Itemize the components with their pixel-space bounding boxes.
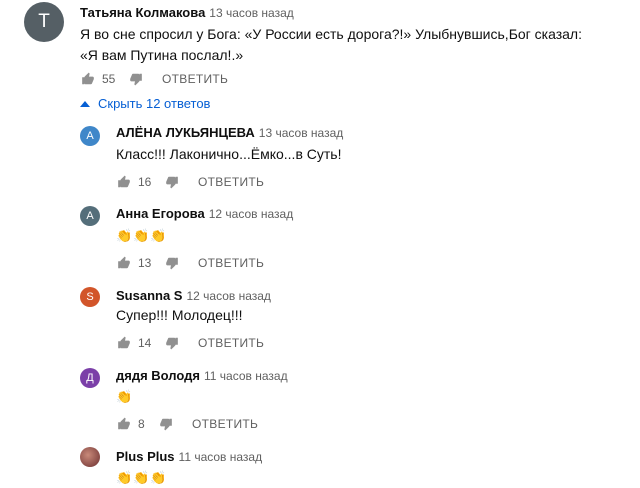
like-icon[interactable]: [116, 255, 132, 271]
dislike-icon[interactable]: [158, 416, 174, 432]
comment-text-line: Я во сне спросил у Бога: «У России есть …: [80, 26, 582, 42]
avatar[interactable]: [80, 447, 100, 467]
like-count: 16: [138, 175, 152, 189]
reply-author[interactable]: Susanna S 12 часов назад: [116, 288, 271, 303]
like-icon[interactable]: [80, 71, 96, 87]
comment-text-line: «Я вам Путина послал!.»: [80, 47, 244, 63]
reply-author[interactable]: дядя Володя 11 часов назад: [116, 368, 288, 383]
like-count: 14: [138, 336, 152, 350]
reply-button[interactable]: ОТВЕТИТЬ: [198, 256, 264, 270]
like-icon[interactable]: [116, 174, 132, 190]
reply-button[interactable]: ОТВЕТИТЬ: [162, 72, 228, 86]
author-name[interactable]: Susanna S: [116, 288, 182, 303]
dislike-icon[interactable]: [164, 174, 180, 190]
author-name[interactable]: Анна Егорова: [116, 206, 205, 221]
reply-text: 👏: [116, 389, 134, 404]
reply-time[interactable]: 12 часов назад: [186, 289, 270, 303]
avatar[interactable]: А: [80, 206, 100, 226]
avatar[interactable]: А: [80, 126, 100, 146]
comment-time[interactable]: 13 часов назад: [209, 6, 293, 20]
reply-author[interactable]: Plus Plus 11 часов назад: [116, 449, 262, 464]
reply-text: Супер!!! Молодец!!!: [116, 307, 243, 323]
reply-actions: 8 ОТВЕТИТЬ: [116, 413, 258, 435]
avatar[interactable]: T: [24, 2, 64, 42]
like-icon[interactable]: [116, 416, 132, 432]
reply-button[interactable]: ОТВЕТИТЬ: [198, 175, 264, 189]
comment-text: Я во сне спросил у Бога: «У России есть …: [80, 24, 582, 66]
reply-actions: 16 ОТВЕТИТЬ: [116, 171, 264, 193]
reply-text: 👏👏👏: [116, 470, 168, 485]
dislike-icon[interactable]: [164, 335, 180, 351]
hide-replies-button[interactable]: Скрыть 12 ответов: [80, 96, 210, 111]
author-name[interactable]: дядя Володя: [116, 368, 200, 383]
comment-actions: 55 ОТВЕТИТЬ: [80, 68, 228, 90]
author-name[interactable]: Татьяна Колмакова: [80, 5, 205, 20]
author-name[interactable]: АЛЁНА ЛУКЬЯНЦЕВА: [116, 125, 255, 140]
reply-actions: 14 ОТВЕТИТЬ: [116, 332, 264, 354]
reply-time[interactable]: 11 часов назад: [179, 450, 263, 464]
like-count: 8: [138, 417, 145, 431]
dislike-icon[interactable]: [164, 255, 180, 271]
avatar[interactable]: Д: [80, 368, 100, 388]
comment-author[interactable]: Татьяна Колмакова 13 часов назад: [80, 5, 294, 20]
reply-text: Класс!!! Лаконично...Ёмко...в Суть!: [116, 146, 342, 162]
replies-toggle-label[interactable]: Скрыть 12 ответов: [98, 96, 210, 111]
dislike-icon[interactable]: [128, 71, 144, 87]
like-icon[interactable]: [116, 335, 132, 351]
reply-text: 👏👏👏: [116, 228, 168, 243]
like-count: 13: [138, 256, 152, 270]
reply-button[interactable]: ОТВЕТИТЬ: [192, 417, 258, 431]
like-count: 55: [102, 72, 116, 86]
reply-actions: 13 ОТВЕТИТЬ: [116, 252, 264, 274]
avatar[interactable]: S: [80, 287, 100, 307]
reply-button[interactable]: ОТВЕТИТЬ: [198, 336, 264, 350]
author-name[interactable]: Plus Plus: [116, 449, 175, 464]
reply-author[interactable]: Анна Егорова 12 часов назад: [116, 206, 293, 221]
reply-time[interactable]: 12 часов назад: [209, 207, 293, 221]
reply-time[interactable]: 11 часов назад: [204, 369, 288, 383]
reply-time[interactable]: 13 часов назад: [259, 126, 343, 140]
reply-author[interactable]: АЛЁНА ЛУКЬЯНЦЕВА 13 часов назад: [116, 125, 343, 140]
chevron-up-icon: [80, 100, 94, 108]
